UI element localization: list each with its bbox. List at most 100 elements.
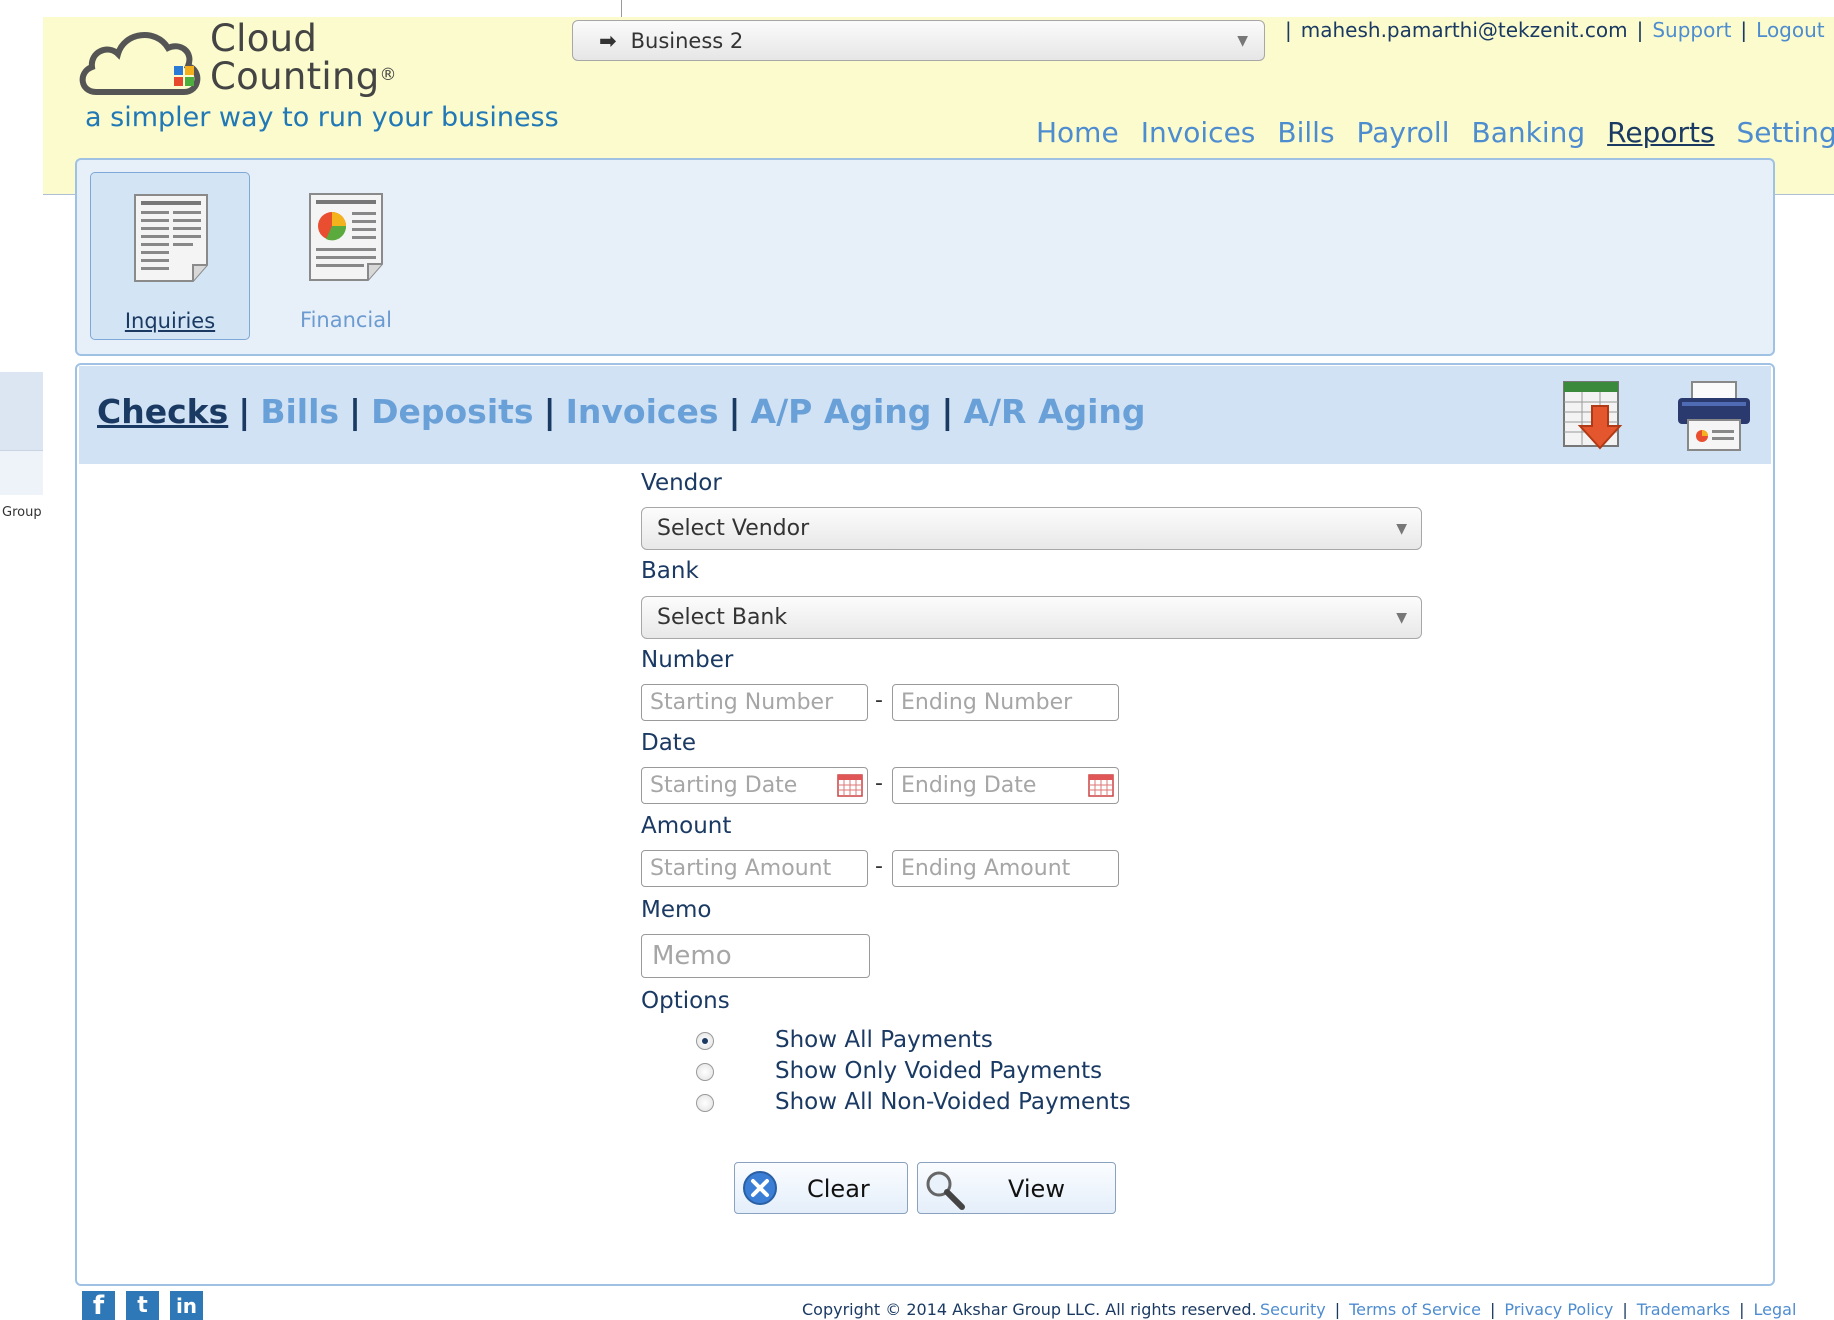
separator: |: [1739, 1300, 1745, 1319]
bank-select[interactable]: Select Bank ▼: [641, 596, 1422, 639]
ending-date-placeholder: Ending Date: [901, 773, 1037, 798]
nav-banking[interactable]: Banking: [1471, 116, 1585, 149]
registered-mark: ®: [379, 65, 397, 85]
bank-select-value: Select Bank: [657, 605, 788, 630]
inquiry-tabs: Checks | Bills | Deposits | Invoices | A/P Aging…: [97, 392, 1146, 431]
radio-button[interactable]: [696, 1094, 714, 1112]
calendar-icon[interactable]: [837, 774, 863, 797]
nav-payroll[interactable]: Payroll: [1357, 116, 1450, 149]
nav-bills[interactable]: Bills: [1277, 116, 1334, 149]
printer-icon[interactable]: [1676, 380, 1752, 456]
linkedin-icon[interactable]: in: [170, 1291, 203, 1320]
clear-button[interactable]: Clear: [734, 1162, 908, 1214]
vendor-select-value: Select Vendor: [657, 516, 810, 541]
range-separator: -: [875, 688, 883, 713]
arrow-right-icon: ➡: [599, 29, 617, 53]
twitter-icon[interactable]: t: [126, 1291, 159, 1320]
magnifier-icon: [926, 1171, 965, 1210]
view-button-label: View: [1008, 1175, 1065, 1203]
amount-label: Amount: [641, 813, 732, 839]
logo-line1: Cloud: [210, 17, 318, 60]
tab-bills[interactable]: Bills: [260, 392, 339, 431]
separator: |: [728, 392, 741, 431]
view-button[interactable]: View: [917, 1162, 1116, 1214]
date-label: Date: [641, 730, 696, 756]
pie-chart-document-icon: [309, 193, 383, 281]
starting-amount-input[interactable]: Starting Amount: [641, 850, 868, 887]
category-label: Financial: [300, 308, 392, 332]
footer-link-security[interactable]: Security: [1260, 1300, 1326, 1319]
tab-deposits[interactable]: Deposits: [371, 392, 533, 431]
divider: [621, 0, 622, 17]
starting-date-input[interactable]: Starting Date: [641, 767, 868, 804]
chevron-down-icon: ▼: [1396, 610, 1407, 626]
option-label: Show All Payments: [775, 1027, 993, 1053]
business-select[interactable]: ➡ Business 2 ▼: [572, 20, 1265, 61]
starting-number-input[interactable]: Starting Number: [641, 684, 868, 721]
separator: |: [349, 392, 362, 431]
footer-links: Security | Terms of Service | Privacy Policy…: [1260, 1300, 1796, 1319]
tab-checks[interactable]: Checks: [97, 392, 228, 431]
nav-home[interactable]: Home: [1036, 116, 1119, 149]
footer-link-terms[interactable]: Terms of Service: [1349, 1300, 1481, 1319]
tab-ap-aging[interactable]: A/P Aging: [751, 392, 932, 431]
business-select-value: Business 2: [630, 29, 744, 53]
support-link[interactable]: Support: [1652, 18, 1731, 42]
nav-reports[interactable]: Reports: [1607, 116, 1714, 149]
nav-settings[interactable]: Settings: [1737, 116, 1834, 149]
range-separator: -: [875, 771, 883, 796]
user-links: | mahesh.pamarthi@tekzenit.com | Support | Lo…: [1276, 18, 1825, 42]
radio-button[interactable]: [696, 1032, 714, 1050]
logout-link[interactable]: Logout: [1756, 18, 1824, 42]
facebook-icon[interactable]: f: [82, 1291, 115, 1320]
left-sidebar-text: Group: [2, 505, 42, 520]
option-label: Show All Non-Voided Payments: [775, 1089, 1131, 1115]
range-separator: -: [875, 854, 883, 879]
options-label: Options: [641, 988, 730, 1014]
tagline: a simpler way to run your business: [85, 102, 559, 133]
main-nav: Home Invoices Bills Payroll Banking Reports Se…: [1036, 116, 1834, 149]
separator: |: [1740, 18, 1748, 42]
memo-input[interactable]: Memo: [641, 934, 870, 978]
footer-link-legal[interactable]: Legal: [1754, 1300, 1797, 1319]
divider: [43, 194, 75, 195]
number-label: Number: [641, 647, 734, 673]
export-spreadsheet-icon[interactable]: [1562, 380, 1634, 454]
ending-number-input[interactable]: Ending Number: [892, 684, 1119, 721]
chevron-down-icon: ▼: [1396, 521, 1407, 537]
category-label: Inquiries: [124, 309, 216, 333]
separator: |: [941, 392, 954, 431]
ending-date-input[interactable]: Ending Date: [892, 767, 1119, 804]
footer-link-trademarks[interactable]: Trademarks: [1637, 1300, 1730, 1319]
logo-wordmark[interactable]: Cloud Counting®: [210, 20, 397, 96]
divider: [1775, 194, 1834, 195]
copyright-text: Copyright © 2014 Akshar Group LLC. All r…: [802, 1300, 1257, 1319]
separator: |: [1489, 1300, 1496, 1319]
clear-button-label: Clear: [807, 1175, 870, 1203]
ending-amount-input[interactable]: Ending Amount: [892, 850, 1119, 887]
bank-label: Bank: [641, 558, 699, 584]
separator: |: [543, 392, 556, 431]
user-email: mahesh.pamarthi@tekzenit.com: [1300, 18, 1628, 42]
left-sidebar-fragment: [0, 450, 43, 495]
tab-ar-aging[interactable]: A/R Aging: [963, 392, 1145, 431]
option-label: Show Only Voided Payments: [775, 1058, 1103, 1084]
memo-label: Memo: [641, 897, 712, 923]
vendor-label: Vendor: [641, 470, 722, 496]
radio-button[interactable]: [696, 1063, 714, 1081]
category-financial[interactable]: Financial: [266, 172, 426, 340]
separator: |: [1334, 1300, 1341, 1319]
chevron-down-icon: ▼: [1237, 33, 1248, 49]
tab-invoices[interactable]: Invoices: [566, 392, 719, 431]
vendor-select[interactable]: Select Vendor ▼: [641, 507, 1422, 550]
separator: |: [1285, 18, 1292, 42]
calendar-icon[interactable]: [1088, 774, 1114, 797]
separator: |: [238, 392, 251, 431]
footer-link-privacy[interactable]: Privacy Policy: [1504, 1300, 1613, 1319]
nav-invoices[interactable]: Invoices: [1141, 116, 1256, 149]
cloud-logo-icon[interactable]: [76, 22, 206, 106]
category-inquiries[interactable]: Inquiries: [90, 172, 250, 340]
separator: |: [1622, 1300, 1628, 1319]
clear-icon: [743, 1171, 777, 1205]
separator: |: [1636, 18, 1644, 42]
